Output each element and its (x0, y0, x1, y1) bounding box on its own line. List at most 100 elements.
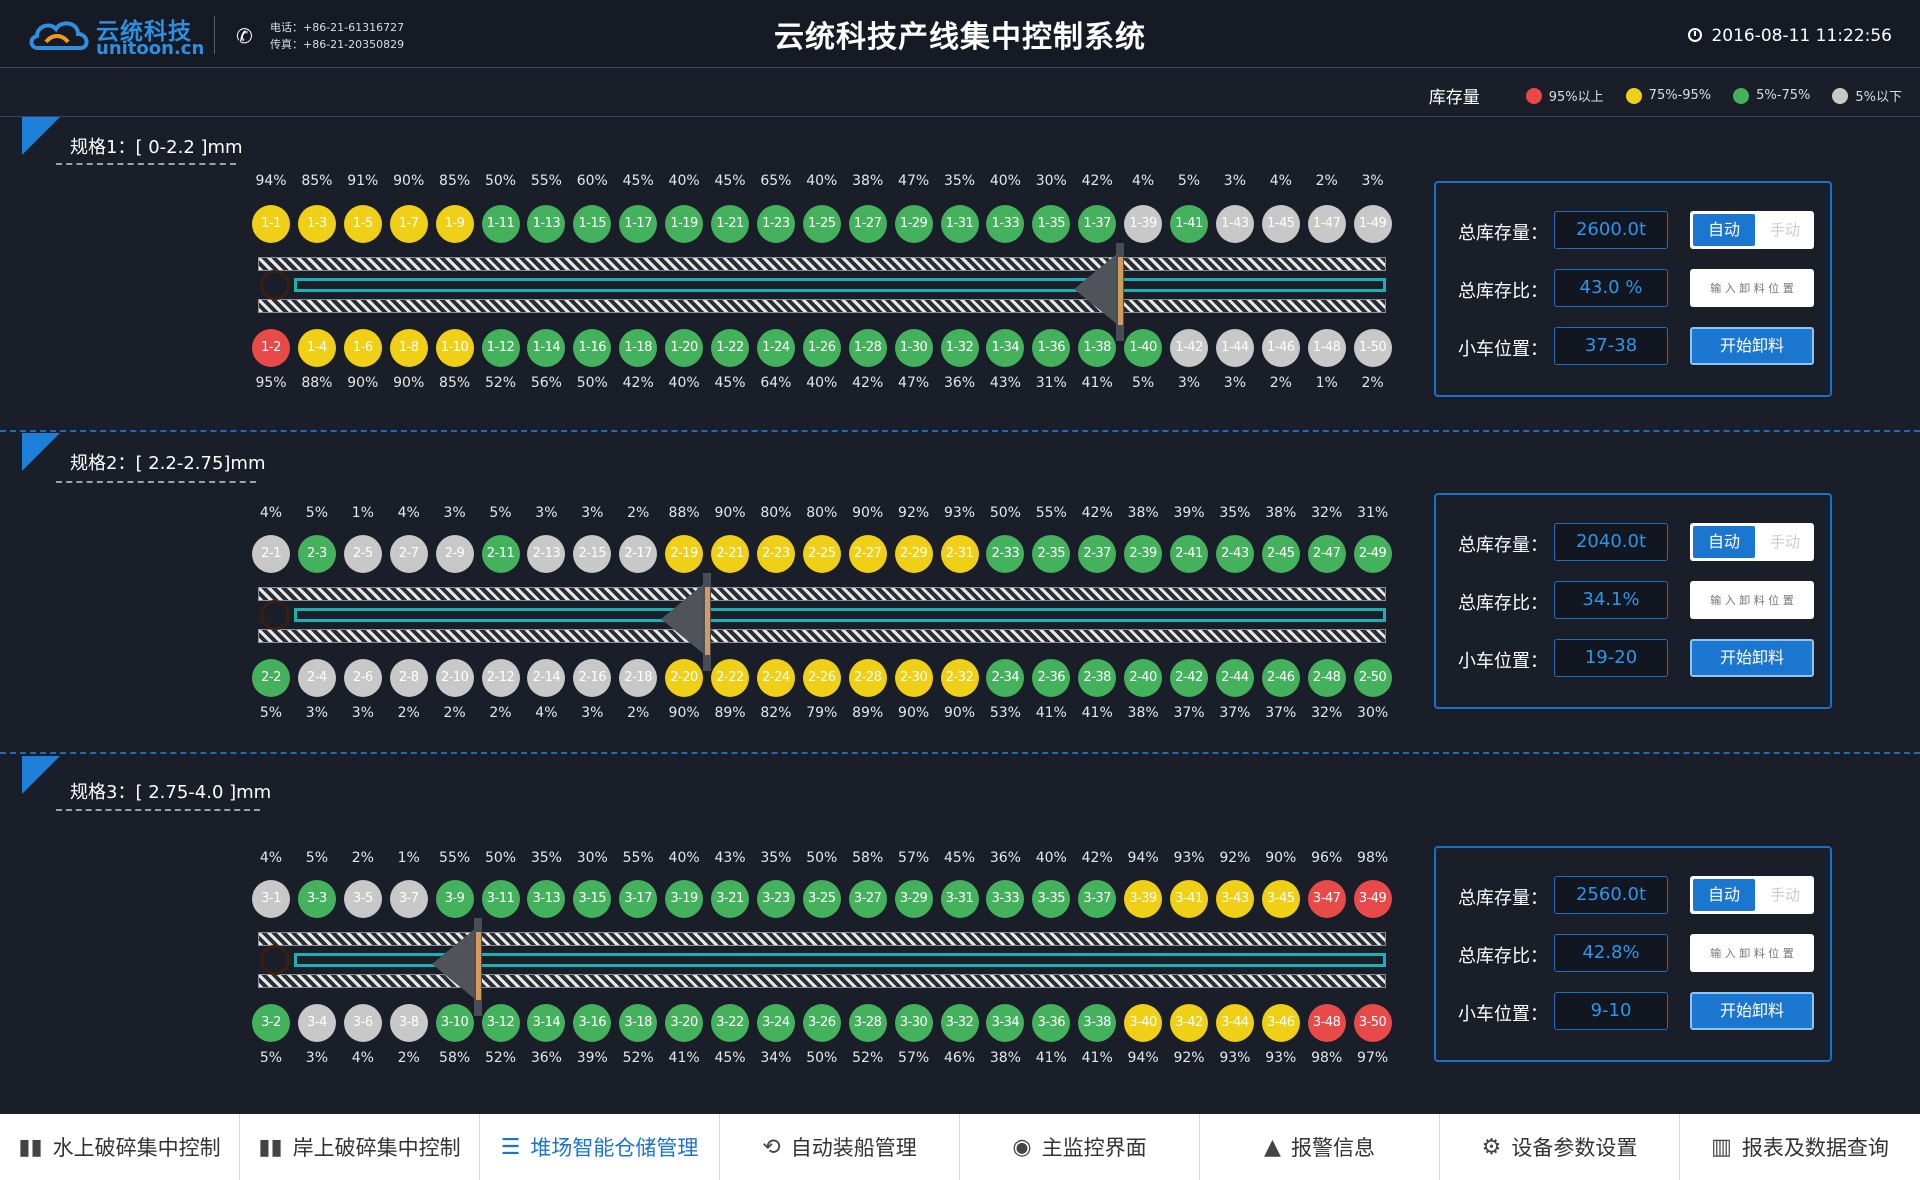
auto-mode-button[interactable]: 自动 (1693, 214, 1755, 246)
storage-bin[interactable]: 3-29 (894, 880, 933, 918)
storage-bin[interactable]: 2-49 (1353, 535, 1392, 573)
nav-yard-storage[interactable]: ☰ 堆场智能仓储管理 (480, 1114, 720, 1180)
storage-bin[interactable]: 2-36 (1032, 659, 1071, 697)
storage-bin[interactable]: 2-34 (986, 659, 1025, 697)
storage-bin[interactable]: 3-18 (619, 1004, 658, 1042)
storage-bin[interactable]: 2-20 (665, 659, 704, 697)
storage-bin[interactable]: 2-30 (894, 659, 933, 697)
storage-bin[interactable]: 2-1 (252, 535, 290, 573)
storage-bin[interactable]: 2-46 (1261, 659, 1300, 697)
storage-bin[interactable]: 3-6 (343, 1004, 382, 1042)
storage-bin[interactable]: 2-13 (527, 535, 566, 573)
storage-bin[interactable]: 3-30 (894, 1004, 933, 1042)
storage-bin[interactable]: 1-22 (711, 329, 749, 367)
nav-main-monitor[interactable]: ◉ 主监控界面 (960, 1114, 1200, 1180)
storage-bin[interactable]: 1-38 (1078, 329, 1117, 367)
storage-bin[interactable]: 2-10 (435, 659, 474, 697)
storage-bin[interactable]: 3-47 (1307, 880, 1346, 918)
storage-bin[interactable]: 1-11 (481, 205, 520, 243)
storage-bin[interactable]: 1-1 (252, 205, 290, 243)
storage-bin[interactable]: 1-37 (1078, 205, 1117, 243)
storage-bin[interactable]: 1-9 (435, 205, 474, 243)
storage-bin[interactable]: 1-49 (1353, 205, 1392, 243)
storage-bin[interactable]: 3-4 (297, 1004, 336, 1042)
auto-mode-button[interactable]: 自动 (1693, 879, 1755, 911)
storage-bin[interactable]: 2-25 (802, 535, 841, 573)
storage-bin[interactable]: 2-39 (1124, 535, 1163, 573)
storage-bin[interactable]: 2-2 (252, 659, 290, 697)
storage-bin[interactable]: 2-47 (1307, 535, 1346, 573)
storage-bin[interactable]: 2-16 (573, 659, 612, 697)
storage-bin[interactable]: 1-4 (297, 329, 336, 367)
storage-bin[interactable]: 1-29 (894, 205, 933, 243)
storage-bin[interactable]: 3-46 (1261, 1004, 1300, 1042)
storage-bin[interactable]: 1-19 (665, 205, 704, 243)
storage-bin[interactable]: 2-4 (297, 659, 336, 697)
storage-bin[interactable]: 2-9 (435, 535, 474, 573)
storage-bin[interactable]: 1-13 (527, 205, 566, 243)
storage-bin[interactable]: 1-24 (756, 329, 795, 367)
storage-bin[interactable]: 1-16 (573, 329, 612, 367)
storage-bin[interactable]: 2-22 (711, 659, 749, 697)
nav-reports[interactable]: ▥ 报表及数据查询 (1680, 1114, 1920, 1180)
storage-bin[interactable]: 2-11 (481, 535, 520, 573)
manual-mode-button[interactable]: 手动 (1758, 879, 1812, 911)
storage-bin[interactable]: 1-41 (1170, 205, 1208, 243)
storage-bin[interactable]: 3-41 (1170, 880, 1208, 918)
storage-bin[interactable]: 1-33 (986, 205, 1025, 243)
storage-bin[interactable]: 1-3 (297, 205, 336, 243)
storage-bin[interactable]: 1-8 (389, 329, 428, 367)
storage-bin[interactable]: 1-18 (619, 329, 658, 367)
storage-bin[interactable]: 3-16 (573, 1004, 612, 1042)
storage-bin[interactable]: 3-23 (756, 880, 795, 918)
storage-bin[interactable]: 2-48 (1307, 659, 1346, 697)
storage-bin[interactable]: 3-9 (435, 880, 474, 918)
storage-bin[interactable]: 1-46 (1261, 329, 1300, 367)
storage-bin[interactable]: 3-43 (1215, 880, 1254, 918)
storage-bin[interactable]: 1-26 (802, 329, 841, 367)
storage-bin[interactable]: 1-31 (940, 205, 979, 243)
storage-bin[interactable]: 1-44 (1215, 329, 1254, 367)
storage-bin[interactable]: 2-43 (1215, 535, 1254, 573)
storage-bin[interactable]: 2-14 (527, 659, 566, 697)
storage-bin[interactable]: 2-12 (481, 659, 520, 697)
storage-bin[interactable]: 3-22 (711, 1004, 749, 1042)
storage-bin[interactable]: 2-23 (756, 535, 795, 573)
storage-bin[interactable]: 3-37 (1078, 880, 1117, 918)
storage-bin[interactable]: 1-28 (848, 329, 887, 367)
storage-bin[interactable]: 1-42 (1170, 329, 1208, 367)
storage-bin[interactable]: 3-38 (1078, 1004, 1117, 1042)
storage-bin[interactable]: 3-10 (435, 1004, 474, 1042)
manual-mode-button[interactable]: 手动 (1758, 526, 1812, 558)
storage-bin[interactable]: 2-45 (1261, 535, 1300, 573)
storage-bin[interactable]: 3-45 (1261, 880, 1300, 918)
storage-bin[interactable]: 3-27 (848, 880, 887, 918)
storage-bin[interactable]: 1-14 (527, 329, 566, 367)
storage-bin[interactable]: 1-30 (894, 329, 933, 367)
storage-bin[interactable]: 2-6 (343, 659, 382, 697)
storage-bin[interactable]: 3-49 (1353, 880, 1392, 918)
storage-bin[interactable]: 1-17 (619, 205, 658, 243)
storage-bin[interactable]: 2-41 (1170, 535, 1208, 573)
storage-bin[interactable]: 1-25 (802, 205, 841, 243)
discharge-position-input[interactable] (1690, 269, 1814, 307)
storage-bin[interactable]: 3-15 (573, 880, 612, 918)
storage-bin[interactable]: 2-27 (848, 535, 887, 573)
storage-bin[interactable]: 2-31 (940, 535, 979, 573)
storage-bin[interactable]: 3-12 (481, 1004, 520, 1042)
storage-bin[interactable]: 1-10 (435, 329, 474, 367)
storage-bin[interactable]: 1-45 (1261, 205, 1300, 243)
storage-bin[interactable]: 1-2 (252, 329, 290, 367)
storage-bin[interactable]: 3-36 (1032, 1004, 1071, 1042)
storage-bin[interactable]: 1-7 (389, 205, 428, 243)
storage-bin[interactable]: 1-21 (711, 205, 749, 243)
storage-bin[interactable]: 3-17 (619, 880, 658, 918)
discharge-position-input[interactable] (1690, 581, 1814, 619)
storage-bin[interactable]: 3-25 (802, 880, 841, 918)
storage-bin[interactable]: 1-36 (1032, 329, 1071, 367)
storage-bin[interactable]: 3-24 (756, 1004, 795, 1042)
storage-bin[interactable]: 1-34 (986, 329, 1025, 367)
storage-bin[interactable]: 2-40 (1124, 659, 1163, 697)
nav-shore-crushing[interactable]: ▮▮ 岸上破碎集中控制 (240, 1114, 480, 1180)
storage-bin[interactable]: 1-5 (343, 205, 382, 243)
